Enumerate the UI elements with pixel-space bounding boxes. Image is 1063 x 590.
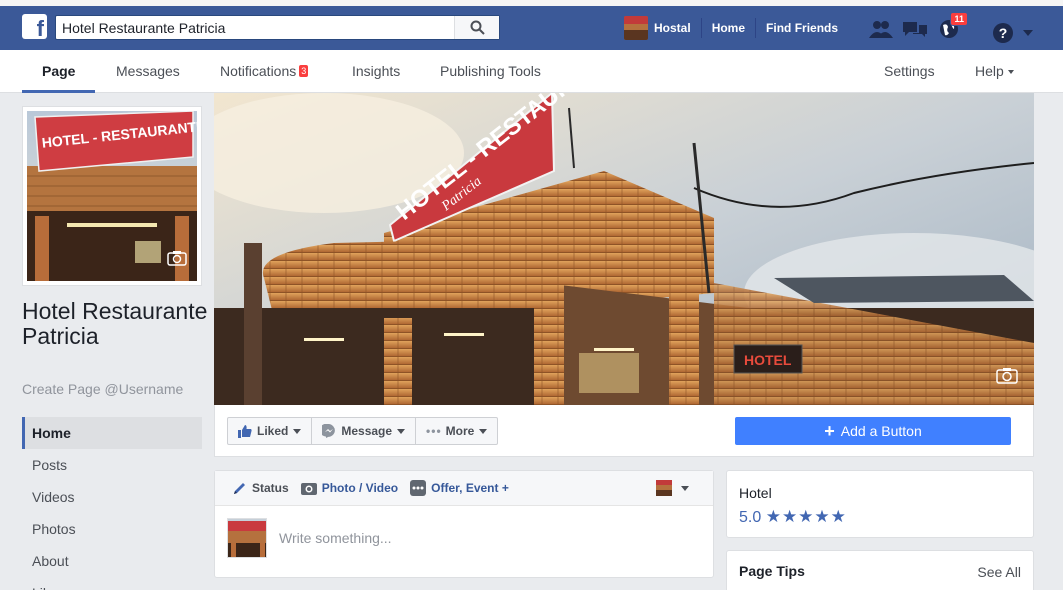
page-action-buttons: Liked Message ••• More [227,417,499,445]
write-something-input[interactable]: Write something... [279,530,392,546]
search-box [55,15,500,40]
friend-requests-button[interactable] [868,18,894,40]
messages-icon [903,22,927,37]
profile-photo: HOTEL - RESTAURANTE [27,111,197,281]
chevron-down-icon [479,428,488,434]
page-tips-card: Page Tips See All [726,550,1034,590]
liked-button[interactable]: Liked [228,418,313,444]
facebook-logo-icon[interactable]: f [22,14,47,39]
see-all-link[interactable]: See All [977,564,1021,580]
photo-video-label: Photo / Video [321,481,399,495]
notifications-badge: 11 [950,12,968,26]
sidebar-item-home[interactable]: Home [22,417,202,449]
more-label: More [445,424,475,438]
sidebar-item-posts[interactable]: Posts [22,449,202,481]
avatar [624,16,648,40]
tab-publishing-tools[interactable]: Publishing Tools [440,50,541,93]
page-category[interactable]: Hotel [739,485,1021,501]
help-icon[interactable]: ? [993,23,1013,43]
page-tabs: Page Messages Notifications 3 Insights Pu… [0,50,1063,93]
update-cover-camera-icon[interactable] [996,367,1018,387]
photo-video-option[interactable]: Photo / Video [300,480,399,496]
account-menu-chevron-down-icon[interactable] [1023,30,1033,36]
sidebar-item-about[interactable]: About [22,545,202,577]
cover-photo[interactable]: HOTEL - RESTAURANTE Patricia HOTEL [214,93,1034,405]
post-as-selector[interactable] [656,480,689,496]
left-navigation: Home Posts Videos Photos About Likes [22,417,202,590]
more-options-icon [410,480,427,496]
tab-insights[interactable]: Insights [352,50,400,93]
create-username-link[interactable]: Create Page @Username [22,381,183,397]
profile-link[interactable]: Hostal [624,16,702,40]
tab-help[interactable]: Help [975,50,1014,93]
top-icons: 11 [868,12,970,40]
add-a-button[interactable]: + Add a Button [735,417,1011,445]
thumbs-up-icon [238,425,252,438]
message-label: Message [341,424,393,438]
find-friends-link[interactable]: Find Friends [756,18,848,38]
more-dots-icon: ••• [426,424,442,438]
chevron-down-icon [293,428,302,434]
avatar [656,480,672,496]
search-input[interactable] [56,16,454,39]
liked-label: Liked [257,424,289,438]
rating-stars: ★★★★★ [765,507,847,526]
more-button[interactable]: ••• More [416,418,497,444]
messages-button[interactable] [902,18,928,40]
top-navigation-bar: f Hostal Home Find Friends 11 ? [0,0,1063,50]
page-action-bar: Liked Message ••• More + Add a Button [214,405,1034,457]
chevron-down-icon [397,428,406,434]
chevron-down-icon [1007,70,1014,74]
avatar [227,518,267,558]
chevron-down-icon [681,485,689,491]
tab-page[interactable]: Page [22,50,96,93]
notifications-count-badge: 3 [299,65,309,77]
page-title: Hotel Restaurante Patricia [22,298,208,349]
friends-icon [869,21,893,38]
profile-picture[interactable]: HOTEL - RESTAURANTE [22,106,202,286]
offer-event-label: Offer, Event + [431,481,509,495]
profile-name: Hostal [654,21,691,35]
message-button[interactable]: Message [312,418,417,444]
tab-notifications-label: Notifications [220,63,297,79]
tab-messages[interactable]: Messages [116,50,180,93]
composer-options: Status Photo / Video Offer, Event + [215,471,713,506]
status-label: Status [252,481,289,495]
status-option[interactable]: Status [231,480,289,496]
rating-row[interactable]: 5.0 ★★★★★ [739,507,1021,527]
tab-settings[interactable]: Settings [884,50,935,93]
search-icon [470,20,485,35]
hotel-info-card: Hotel 5.0 ★★★★★ [726,470,1034,538]
top-right-links: Hostal Home Find Friends [624,14,848,42]
update-profile-photo-camera-icon[interactable] [167,250,187,269]
write-something-row[interactable]: Write something... [227,518,392,558]
search-button[interactable] [454,16,499,39]
home-link[interactable]: Home [702,18,757,38]
add-a-button-label: Add a Button [840,423,922,439]
notifications-button[interactable]: 11 [936,12,968,40]
post-composer: Status Photo / Video Offer, Event + Writ… [214,470,714,578]
sidebar-item-photos[interactable]: Photos [22,513,202,545]
cover-hotel-sign: HOTEL [744,352,792,368]
offer-event-option[interactable]: Offer, Event + [410,480,509,496]
tab-help-label: Help [975,63,1004,79]
pencil-icon [231,480,247,496]
camera-icon [300,480,317,496]
messenger-icon [322,424,336,438]
tab-notifications[interactable]: Notifications 3 [220,50,309,93]
rating-value: 5.0 [739,509,762,526]
sidebar-item-videos[interactable]: Videos [22,481,202,513]
sidebar-item-likes[interactable]: Likes [22,577,202,590]
plus-icon: + [824,421,835,441]
